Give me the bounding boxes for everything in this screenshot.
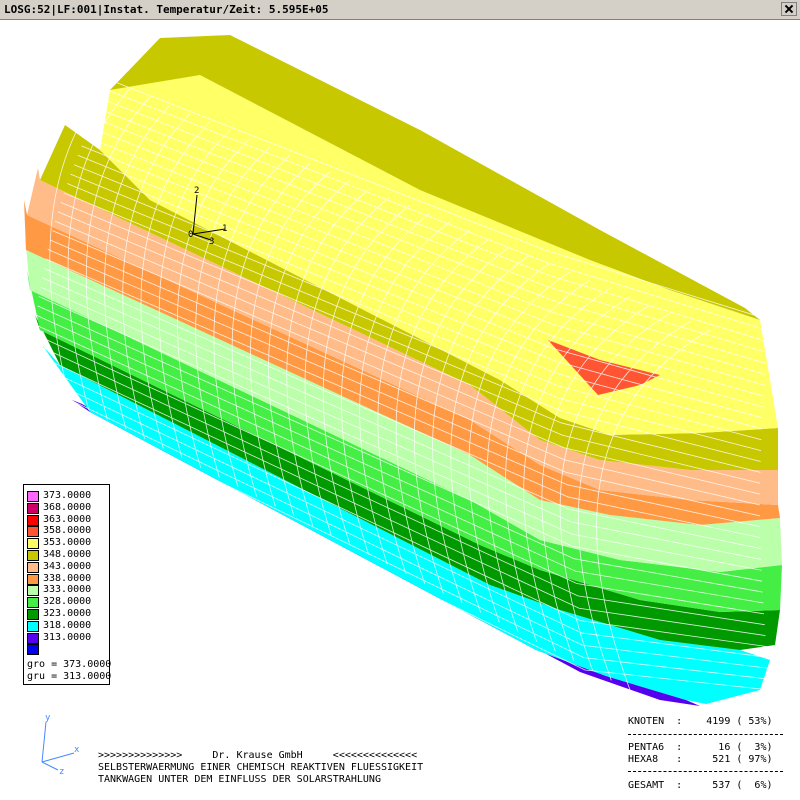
triad-label-2: 2 <box>194 186 199 196</box>
legend-swatch <box>27 573 39 585</box>
legend-row <box>27 644 109 656</box>
legend-label: 363.0000 <box>43 513 92 525</box>
footer-company: >>>>>>>>>>>>>> Dr. Krause GmbH <<<<<<<<<… <box>98 750 418 761</box>
stats-gesamt: GESAMT : 537 ( 6%) <box>628 780 773 791</box>
stats-knoten: KNOTEN : 4199 ( 53%) <box>628 716 773 727</box>
legend-label: 328.0000 <box>43 596 92 608</box>
legend-swatch <box>27 491 39 502</box>
stats-penta: PENTA6 : 16 ( 3%) <box>628 742 773 753</box>
window-title: LOSG:52|LF:001|Instat. Temperatur/Zeit: … <box>4 3 329 16</box>
legend-lower-bound: gru = 313.0000 <box>27 671 112 682</box>
legend-swatch <box>27 620 39 632</box>
legend-label: 353.0000 <box>43 537 92 549</box>
legend-swatch <box>27 597 39 609</box>
legend-swatch <box>27 585 39 597</box>
triad-label-3: 3 <box>209 237 214 247</box>
legend-label: 338.0000 <box>43 572 92 584</box>
legend-row: 313.0000 <box>27 631 109 645</box>
legend-swatch <box>27 502 39 514</box>
legend-swatch <box>27 514 39 526</box>
global-axes-icon: y x z <box>41 713 80 777</box>
legend-upper-bound: gro = 373.0000 <box>27 659 112 670</box>
fem-viewport[interactable]: 2 1 3 0 y x z <box>0 20 800 800</box>
legend-swatch <box>27 561 39 573</box>
axis-label-y: y <box>45 713 51 723</box>
footer-title: SELBSTERWAERMUNG EINER CHEMISCH REAKTIVE… <box>98 762 424 773</box>
legend-label: 343.0000 <box>43 560 92 572</box>
stats-hexa: HEXA8 : 521 ( 97%) <box>628 754 773 765</box>
window-title-bar: LOSG:52|LF:001|Instat. Temperatur/Zeit: … <box>0 0 800 20</box>
triad-label-1: 1 <box>222 224 227 234</box>
triad-label-0: 0 <box>188 230 193 240</box>
legend-label: 313.0000 <box>43 631 92 643</box>
legend-swatch <box>27 609 39 620</box>
stats-divider <box>628 771 783 772</box>
legend-swatch <box>27 550 39 561</box>
legend-swatch <box>27 632 39 644</box>
axis-label-z: z <box>59 767 64 777</box>
close-icon[interactable] <box>781 2 797 16</box>
footer-subtitle: TANKWAGEN UNTER DEM EINFLUSS DER SOLARST… <box>98 774 381 785</box>
axis-label-x: x <box>74 745 80 755</box>
legend-label: 348.0000 <box>43 549 92 560</box>
legend-swatch <box>27 538 39 550</box>
legend-label: 323.0000 <box>43 608 92 619</box>
legend-label: 368.0000 <box>43 501 92 513</box>
legend-label: 358.0000 <box>43 525 92 537</box>
legend-label: 333.0000 <box>43 584 92 596</box>
legend-swatch <box>27 526 39 538</box>
legend-swatch <box>27 644 39 656</box>
legend-label: 373.0000 <box>43 490 92 501</box>
legend-label: 318.0000 <box>43 619 92 631</box>
stats-divider <box>628 734 783 735</box>
color-legend: 373.0000 368.0000 363.0000 358.0000 353.0000… <box>23 484 112 685</box>
